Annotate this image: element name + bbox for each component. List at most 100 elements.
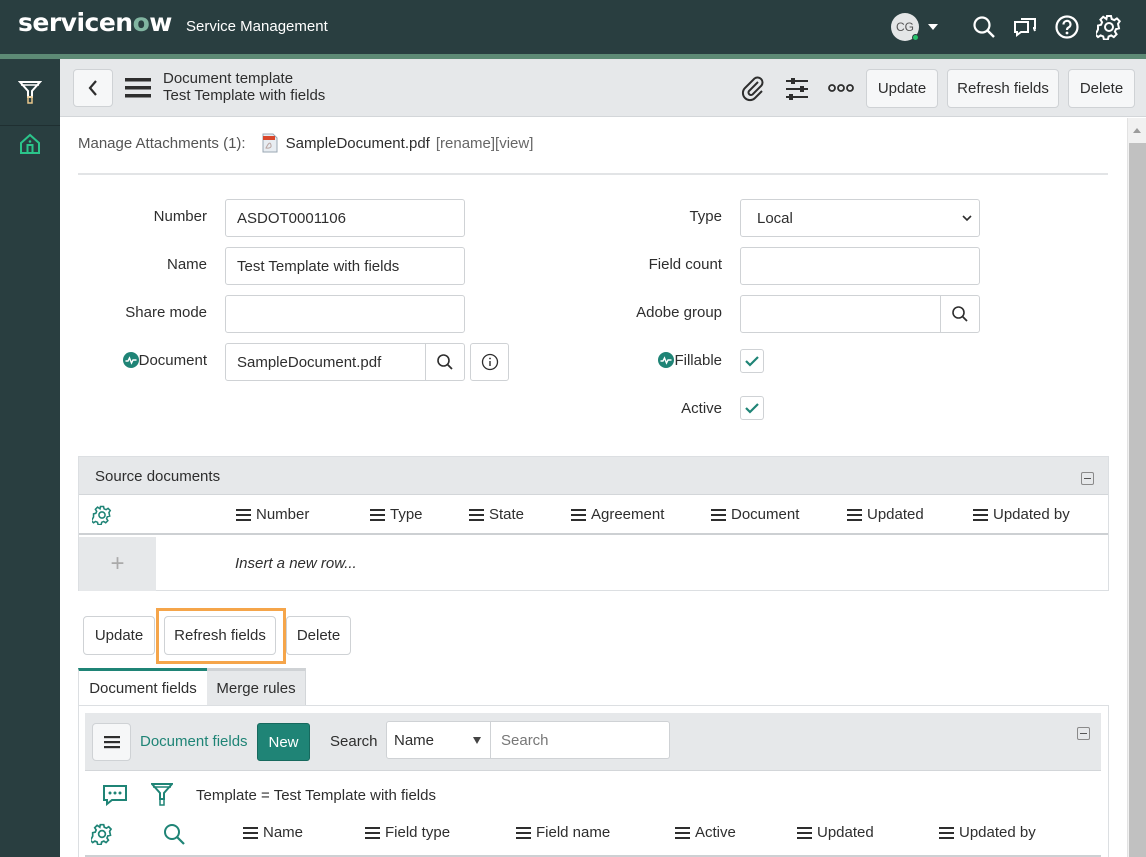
- settings-icon[interactable]: [1096, 14, 1122, 40]
- field-count-field[interactable]: [740, 247, 980, 285]
- scroll-up-arrow-icon[interactable]: [1133, 128, 1141, 133]
- column-menu-icon[interactable]: [236, 508, 251, 521]
- logo-o: o: [132, 8, 150, 37]
- column-updated-by[interactable]: Updated by: [973, 506, 1070, 523]
- column-name[interactable]: Name: [243, 824, 303, 841]
- attachment-actions[interactable]: [rename][view]: [436, 135, 534, 152]
- search-label: Search: [330, 733, 378, 750]
- column-type[interactable]: Type: [370, 506, 423, 523]
- collapse-icon[interactable]: [1077, 727, 1090, 740]
- adobe-group-lookup-button[interactable]: [940, 296, 979, 332]
- presence-indicator: [912, 34, 919, 41]
- more-options-icon[interactable]: [828, 83, 854, 93]
- search-icon[interactable]: [162, 822, 186, 846]
- column-field-name[interactable]: Field name: [516, 824, 610, 841]
- column-menu-icon[interactable]: [847, 508, 862, 521]
- column-menu-icon[interactable]: [675, 826, 690, 839]
- column-label: Field name: [536, 824, 611, 841]
- insert-new-row[interactable]: Insert a new row...: [235, 555, 357, 572]
- column-updated[interactable]: Updated: [797, 824, 874, 841]
- column-updated[interactable]: Updated: [847, 506, 924, 523]
- column-label: Updated by: [993, 506, 1070, 523]
- scrollbar-thumb[interactable]: [1129, 143, 1146, 857]
- document-info-button[interactable]: [470, 343, 509, 381]
- document-field[interactable]: SampleDocument.pdf: [225, 343, 465, 381]
- document-fields-list-header: Document fields New Search Name Search: [85, 713, 1101, 771]
- adobe-group-field[interactable]: [740, 295, 980, 333]
- chat-icon[interactable]: [1012, 14, 1038, 40]
- column-agreement[interactable]: Agreement: [571, 506, 664, 523]
- funnel-icon[interactable]: [151, 782, 173, 808]
- checkmark-icon: [745, 403, 759, 414]
- activity-stream-icon[interactable]: [102, 784, 128, 806]
- top-navigation-bar: servicenow Service Management CG: [0, 0, 1146, 54]
- column-menu-icon[interactable]: [370, 508, 385, 521]
- search-field-value: Name: [394, 731, 435, 749]
- bottom-refresh-fields-button[interactable]: Refresh fields: [164, 616, 276, 655]
- number-field[interactable]: ASDOT0001106: [225, 199, 465, 237]
- collapse-icon[interactable]: [1081, 472, 1094, 485]
- vertical-scrollbar[interactable]: [1127, 118, 1146, 857]
- add-row-icon[interactable]: +: [79, 537, 156, 591]
- rail-home[interactable]: [0, 111, 60, 177]
- update-button[interactable]: Update: [866, 69, 938, 108]
- column-menu-icon[interactable]: [973, 508, 988, 521]
- column-updated-by[interactable]: Updated by: [939, 824, 1036, 841]
- column-menu-icon[interactable]: [365, 826, 380, 839]
- search-icon[interactable]: [971, 14, 997, 40]
- column-number[interactable]: Number: [236, 506, 309, 523]
- search-field-select[interactable]: Name: [386, 721, 491, 759]
- column-menu-icon[interactable]: [469, 508, 484, 521]
- document-lookup-button[interactable]: [425, 344, 464, 380]
- column-menu-icon[interactable]: [797, 826, 812, 839]
- tab-merge-rules[interactable]: Merge rules: [207, 668, 306, 706]
- gear-icon[interactable]: [91, 823, 113, 845]
- document-label: Document: [138, 352, 207, 369]
- filter-condition[interactable]: Template = Test Template with fields: [196, 787, 436, 804]
- attachments-bar: Manage Attachments (1): SampleDocument.p…: [78, 133, 533, 153]
- new-button[interactable]: New: [257, 723, 310, 761]
- tab-document-fields[interactable]: Document fields: [78, 668, 207, 706]
- servicenow-logo[interactable]: servicenow: [18, 8, 172, 37]
- name-field[interactable]: Test Template with fields: [225, 247, 465, 285]
- share-mode-field[interactable]: [225, 295, 465, 333]
- active-checkbox[interactable]: [740, 396, 764, 420]
- column-document[interactable]: Document: [711, 506, 799, 523]
- user-avatar[interactable]: CG: [891, 13, 919, 41]
- refresh-fields-button[interactable]: Refresh fields: [947, 69, 1059, 108]
- column-active[interactable]: Active: [675, 824, 736, 841]
- paperclip-icon[interactable]: [740, 76, 766, 102]
- fillable-checkbox[interactable]: [740, 349, 764, 373]
- context-menu-icon[interactable]: [125, 78, 151, 98]
- help-icon[interactable]: [1054, 14, 1080, 40]
- attachment-file-link[interactable]: SampleDocument.pdf: [286, 135, 430, 152]
- back-button[interactable]: [73, 69, 113, 107]
- search-input[interactable]: Search: [491, 721, 670, 759]
- column-menu-icon[interactable]: [516, 826, 531, 839]
- record-name: Test Template with fields: [163, 87, 326, 104]
- column-menu-icon[interactable]: [243, 826, 258, 839]
- bottom-update-button[interactable]: Update: [83, 616, 155, 655]
- column-menu-icon[interactable]: [939, 826, 954, 839]
- attachments-label[interactable]: Manage Attachments (1):: [78, 135, 246, 152]
- list-title[interactable]: Document fields: [140, 733, 248, 750]
- delete-button[interactable]: Delete: [1068, 69, 1135, 108]
- column-menu-icon[interactable]: [571, 508, 586, 521]
- column-menu-icon[interactable]: [711, 508, 726, 521]
- hamburger-icon: [103, 736, 120, 749]
- column-state[interactable]: State: [469, 506, 524, 523]
- form-content: Manage Attachments (1): SampleDocument.p…: [60, 118, 1127, 857]
- user-initials: CG: [896, 20, 914, 34]
- column-label: Agreement: [591, 506, 665, 523]
- gear-icon[interactable]: [92, 505, 112, 525]
- list-context-menu-button[interactable]: [92, 723, 131, 761]
- chevron-down-icon: [962, 215, 972, 222]
- column-label: Updated: [817, 824, 874, 841]
- form-header: Document template Test Template with fie…: [60, 59, 1146, 117]
- user-menu-caret-icon[interactable]: [928, 24, 938, 30]
- column-field-type[interactable]: Field type: [365, 824, 450, 841]
- type-select[interactable]: Local: [740, 199, 980, 237]
- personalize-form-icon[interactable]: [784, 76, 810, 102]
- bottom-delete-button[interactable]: Delete: [286, 616, 351, 655]
- search-icon: [437, 354, 453, 370]
